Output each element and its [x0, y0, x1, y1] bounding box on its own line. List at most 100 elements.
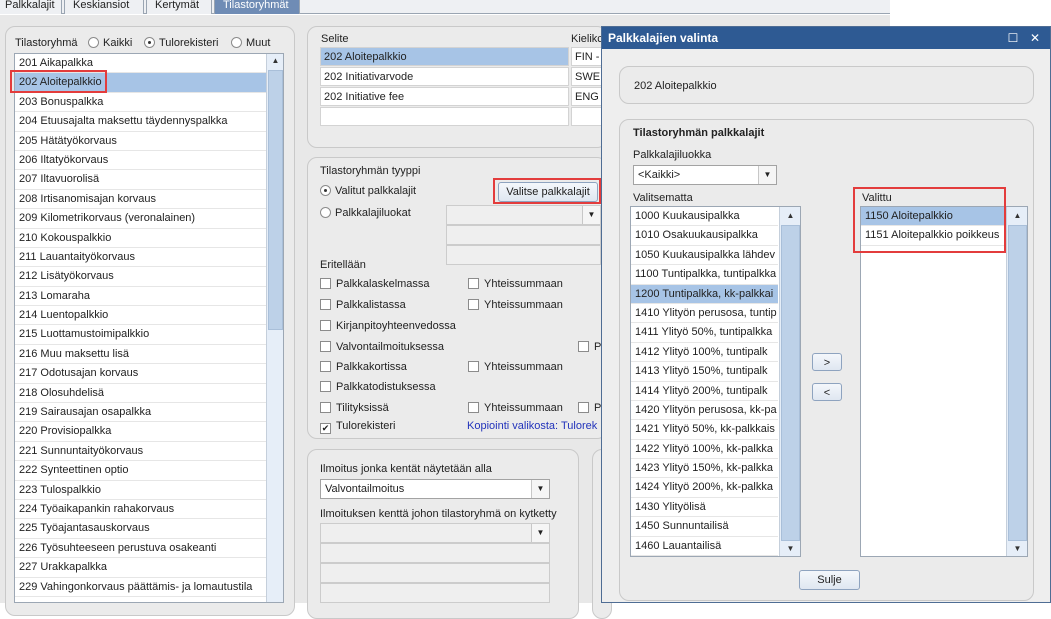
maximize-icon[interactable]: ☐: [1004, 27, 1022, 49]
group-list-item[interactable]: 225 Työajantasauskorvaus: [15, 519, 266, 539]
option-luokat[interactable]: Palkkalajiluokat: [320, 207, 411, 219]
unselected-list-item[interactable]: 1010 Osakuukausipalkka: [631, 226, 778, 246]
filter-kaikki[interactable]: Kaikki: [88, 37, 132, 49]
unselected-list-item[interactable]: 1000 Kuukausipalkka: [631, 207, 778, 227]
selite-row-3[interactable]: 202 Initiative fee: [320, 87, 569, 106]
scroll-up-icon[interactable]: ▲: [1007, 209, 1027, 223]
selite-row-empty[interactable]: [320, 107, 569, 126]
ilmoitus-select[interactable]: Valvontailmoitus ▼: [320, 479, 550, 499]
group-list-item[interactable]: 226 Työsuhteeseen perustuva osakeanti: [15, 539, 266, 559]
check-palkkalaskelmassa[interactable]: Palkkalaskelmassa: [320, 278, 430, 290]
checkbox[interactable]: [320, 361, 331, 372]
group-list-item[interactable]: 227 Urakkapalkka: [15, 558, 266, 578]
close-icon[interactable]: ✕: [1026, 27, 1044, 49]
unselected-list[interactable]: 1000 Kuukausipalkka 1010 Osakuukausipalkk…: [630, 206, 801, 557]
group-list-item[interactable]: 205 Hätätyökorvaus: [15, 132, 266, 151]
checkbox[interactable]: [578, 402, 589, 413]
group-list-item[interactable]: 218 Olosuhdelisä: [15, 384, 266, 404]
filter-muut[interactable]: Muut: [231, 37, 270, 49]
radio-luokat[interactable]: [320, 207, 331, 218]
kentta-combo-2[interactable]: [320, 543, 550, 563]
selected-scrollbar[interactable]: ▲ ▼: [1006, 207, 1027, 556]
scroll-thumb[interactable]: [268, 70, 283, 330]
kentta-combo-1[interactable]: ▼: [320, 523, 550, 543]
checkbox[interactable]: [468, 299, 479, 310]
group-list-item[interactable]: 229 Vahingonkorvaus päättämis- ja lomaut…: [15, 578, 266, 597]
radio-kaikki[interactable]: [88, 37, 99, 48]
group-list-item[interactable]: 203 Bonuspalkka: [15, 93, 266, 113]
tab-tilastoryhmat[interactable]: Tilastoryhmät: [214, 0, 300, 14]
unselected-list-item[interactable]: 1420 Ylityön perusosa, kk-pa: [631, 401, 778, 421]
unselected-list-item[interactable]: 1100 Tuntipalkka, tuntipalkka: [631, 265, 778, 285]
selected-list[interactable]: 1150 Aloitepalkkio 1151 Aloitepalkkio poi…: [860, 206, 1028, 557]
check-yht-2[interactable]: Yhteissummaan: [468, 299, 563, 311]
unselected-list-item[interactable]: 1412 Ylityö 100%, tuntipalk: [631, 343, 778, 363]
group-list-item[interactable]: 206 Iltatyökorvaus: [15, 151, 266, 171]
chevron-down-icon[interactable]: ▼: [582, 206, 600, 224]
group-list-item[interactable]: 215 Luottamustoimipalkkio: [15, 325, 266, 345]
kentta-combo-4[interactable]: [320, 583, 550, 603]
group-list-item[interactable]: 212 Lisätyökorvaus: [15, 267, 266, 287]
unselected-list-item[interactable]: 1050 Kuukausipalkka lähdev: [631, 246, 778, 266]
unselected-list-item[interactable]: 1421 Ylityö 50%, kk-palkkais: [631, 420, 778, 440]
scroll-up-icon[interactable]: ▲: [267, 54, 283, 68]
scroll-up-icon[interactable]: ▲: [780, 209, 800, 223]
check-tilitykset[interactable]: Tilityksissä: [320, 402, 389, 414]
checkbox[interactable]: [320, 278, 331, 289]
radio-valitut[interactable]: [320, 185, 331, 196]
group-list-item[interactable]: 209 Kilometrikorvaus (veronalainen): [15, 209, 266, 229]
option-valitut[interactable]: Valitut palkkalajit: [320, 185, 416, 197]
group-list-item[interactable]: 214 Luentopalkkio: [15, 306, 266, 326]
check-yht-3[interactable]: Yhteissummaan: [468, 361, 563, 373]
class-select[interactable]: <Kaikki> ▼: [633, 165, 777, 185]
unselected-list-item[interactable]: 1414 Ylityö 200%, tuntipalk: [631, 382, 778, 401]
check-p-1[interactable]: P: [578, 341, 601, 353]
tab-palkkalajit[interactable]: Palkkalajit: [0, 0, 62, 14]
checkbox[interactable]: [320, 381, 331, 392]
group-list-item[interactable]: 204 Etuusajalta maksettu täydennyspalkka: [15, 112, 266, 132]
group-list-item[interactable]: 220 Provisiopalkka: [15, 422, 266, 442]
tab-kertymat[interactable]: Kertymät: [146, 0, 212, 14]
scroll-thumb[interactable]: [781, 225, 800, 541]
unselected-list-item[interactable]: 1430 Ylityölisä: [631, 498, 778, 518]
chevron-down-icon[interactable]: ▼: [531, 524, 549, 542]
luokka-combo-1[interactable]: ▼: [446, 205, 601, 225]
unselected-list-item[interactable]: 1411 Ylityö 50%, tuntipalkka: [631, 323, 778, 343]
check-tulorekisteri[interactable]: ✔ Tulorekisteri: [320, 420, 396, 434]
check-p-2[interactable]: P: [578, 402, 601, 414]
unselected-scrollbar[interactable]: ▲ ▼: [779, 207, 800, 556]
group-list[interactable]: 201 Aikapalkka 202 Aloitepalkkio 203 Bonus…: [14, 53, 284, 603]
filter-tulorekisteri[interactable]: Tulorekisteri: [144, 37, 219, 49]
luokka-combo-2[interactable]: [446, 225, 601, 245]
checkbox[interactable]: [468, 402, 479, 413]
check-palkkalistassa[interactable]: Palkkalistassa: [320, 299, 406, 311]
group-list-scrollbar[interactable]: ▲: [266, 54, 283, 602]
radio-tulorekisteri[interactable]: [144, 37, 155, 48]
unselected-list-item[interactable]: 1423 Ylityö 150%, kk-palkka: [631, 459, 778, 479]
check-yht-1[interactable]: Yhteissummaan: [468, 278, 563, 290]
unselected-list-item[interactable]: 1413 Ylityö 150%, tuntipalk: [631, 362, 778, 382]
checkbox-checked[interactable]: ✔: [320, 423, 331, 434]
group-list-item[interactable]: 213 Lomaraha: [15, 287, 266, 307]
group-list-item[interactable]: 221 Sunnuntaityökorvaus: [15, 442, 266, 462]
check-palkkakortti[interactable]: Palkkakortissa: [320, 361, 407, 373]
chevron-down-icon[interactable]: ▼: [531, 480, 549, 498]
checkbox[interactable]: [320, 402, 331, 413]
unselected-list-item[interactable]: 1422 Ylityö 100%, kk-palkka: [631, 440, 778, 460]
scroll-down-icon[interactable]: ▼: [1007, 542, 1027, 556]
scroll-thumb[interactable]: [1008, 225, 1027, 541]
selite-row-2[interactable]: 202 Initiativarvode: [320, 67, 569, 86]
check-valvonta[interactable]: Valvontailmoituksessa: [320, 341, 444, 353]
scroll-down-icon[interactable]: ▼: [780, 542, 800, 556]
checkbox[interactable]: [320, 320, 331, 331]
group-list-item[interactable]: 223 Tulospalkkio: [15, 481, 266, 500]
remove-button[interactable]: <: [812, 383, 842, 401]
group-list-item[interactable]: 216 Muu maksettu lisä: [15, 345, 266, 365]
group-list-item[interactable]: 210 Kokouspalkkio: [15, 229, 266, 248]
group-list-item[interactable]: 219 Sairausajan osapalkka: [15, 403, 266, 423]
group-list-item[interactable]: 211 Lauantaityökorvaus: [15, 248, 266, 268]
unselected-list-item[interactable]: 1450 Sunnuntailisä: [631, 517, 778, 537]
tab-keskiansiot[interactable]: Keskiansiot: [64, 0, 144, 14]
radio-muut[interactable]: [231, 37, 242, 48]
check-yht-4[interactable]: Yhteissummaan: [468, 402, 563, 414]
